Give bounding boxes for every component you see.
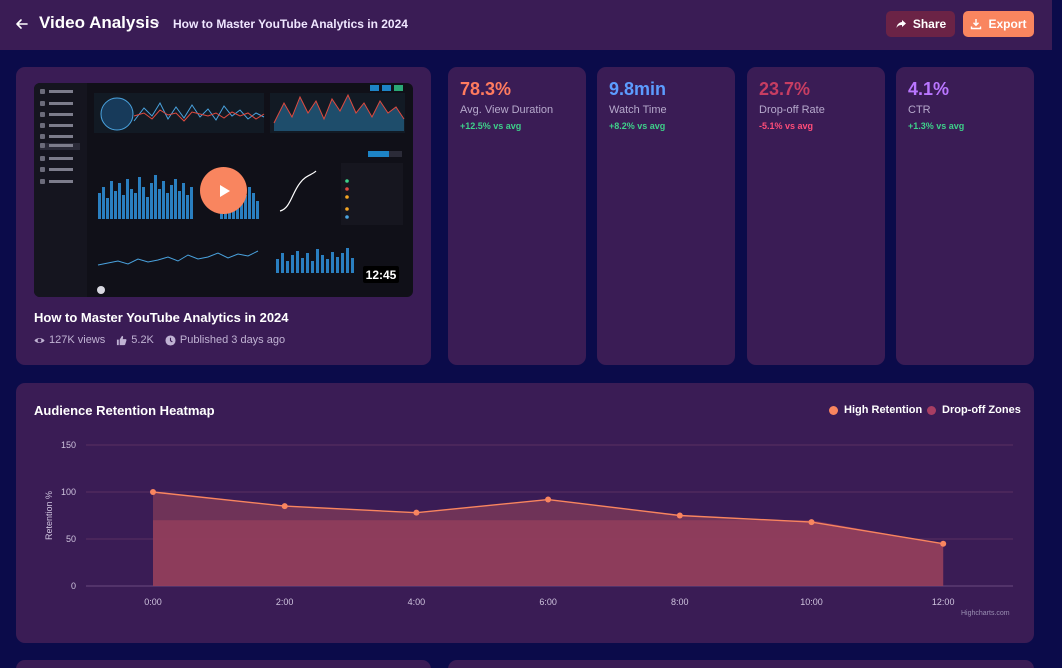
retention-heatmap-card: Audience Retention Heatmap High Retentio…	[16, 383, 1034, 643]
views-stat: 127K views	[34, 334, 105, 346]
likes-stat: 5.2K	[116, 334, 154, 346]
kpi-label: CTR	[908, 104, 931, 116]
bottom-card-left	[16, 660, 431, 668]
data-point	[150, 489, 156, 495]
kpi-value: 78.3%	[460, 79, 512, 99]
share-icon	[896, 20, 906, 28]
kpi-label: Drop-off Rate	[759, 104, 825, 116]
kpi-delta: +1.3% vs avg	[908, 121, 965, 131]
kpi-card-ctr: 4.1% CTR +1.3% vs avg	[896, 67, 1034, 365]
share-button[interactable]: Share	[886, 11, 955, 37]
arrow-left-icon[interactable]	[14, 16, 30, 32]
x-tick-label: 12:00	[932, 597, 955, 607]
data-point	[940, 540, 947, 547]
kpi-card-view-duration: 78.3% Avg. View Duration +12.5% vs avg	[448, 67, 586, 365]
y-tick-label: 100	[61, 487, 76, 497]
data-point	[808, 519, 815, 526]
data-point	[676, 512, 683, 519]
kpi-card-watch-time: 9.8min Watch Time +8.2% vs avg	[597, 67, 735, 365]
retention-chart[interactable]: 0 50 100 150 Retention % 0:00 2:00 4:00 6:00 8:00…	[16, 383, 1034, 643]
x-tick-label: 0:00	[144, 597, 162, 607]
chart-credits[interactable]: Highcharts.com	[961, 610, 1010, 617]
export-button[interactable]: Export	[963, 11, 1034, 37]
published-stat: Published 3 days ago	[165, 334, 285, 346]
data-point	[413, 509, 420, 516]
x-tick-label: 10:00	[800, 597, 823, 607]
top-bar: Video Analysis • How to Master YouTube A…	[0, 0, 1052, 50]
series-area-high-retention	[153, 492, 944, 586]
kpi-value: 23.7%	[759, 79, 811, 99]
video-thumbnail[interactable]: 12:45	[34, 83, 413, 297]
kpi-delta: +8.2% vs avg	[609, 121, 666, 131]
y-tick-label: 0	[71, 581, 76, 591]
kpi-delta: -5.1% vs avg	[759, 121, 814, 131]
likes-count: 5.2K	[131, 334, 154, 346]
page-title: Video Analysis	[39, 13, 159, 32]
kpi-value: 4.1%	[908, 79, 950, 99]
thumbs-up-icon	[117, 335, 127, 345]
play-button[interactable]	[200, 167, 247, 214]
y-tick-label: 150	[61, 440, 76, 450]
kpi-delta: +12.5% vs avg	[460, 121, 522, 131]
kpi-label: Watch Time	[609, 104, 667, 116]
y-tick-label: 50	[66, 534, 76, 544]
title-separator: •	[156, 18, 160, 29]
eye-icon	[34, 337, 45, 343]
views-count: 127K views	[49, 334, 106, 346]
x-tick-label: 4:00	[408, 597, 426, 607]
x-tick-label: 6:00	[539, 597, 557, 607]
clock-icon	[165, 334, 176, 346]
kpi-card-drop-off-rate: 23.7% Drop-off Rate -5.1% vs avg	[747, 67, 885, 365]
kpi-label: Avg. View Duration	[460, 104, 554, 116]
data-point	[281, 503, 288, 510]
video-card: 12:45 How to Master YouTube Analytics in…	[16, 67, 431, 365]
video-subtitle: How to Master YouTube Analytics in 2024	[173, 17, 408, 31]
video-meta: 127K views 5.2K Published 3 days ago	[34, 334, 285, 346]
y-axis-title: Retention %	[44, 491, 54, 540]
scrollbar[interactable]	[1052, 0, 1062, 668]
export-label: Export	[988, 17, 1027, 31]
published-date: Published 3 days ago	[179, 334, 286, 346]
download-icon	[971, 19, 982, 30]
data-point	[545, 496, 552, 503]
video-duration: 12:45	[363, 266, 399, 283]
share-label: Share	[912, 17, 947, 31]
kpi-value: 9.8min	[609, 79, 667, 99]
x-tick-label: 8:00	[671, 597, 689, 607]
bottom-card-right	[448, 660, 1034, 668]
play-icon	[219, 184, 230, 197]
video-title[interactable]: How to Master YouTube Analytics in 2024	[34, 310, 289, 325]
x-tick-label: 2:00	[276, 597, 294, 607]
